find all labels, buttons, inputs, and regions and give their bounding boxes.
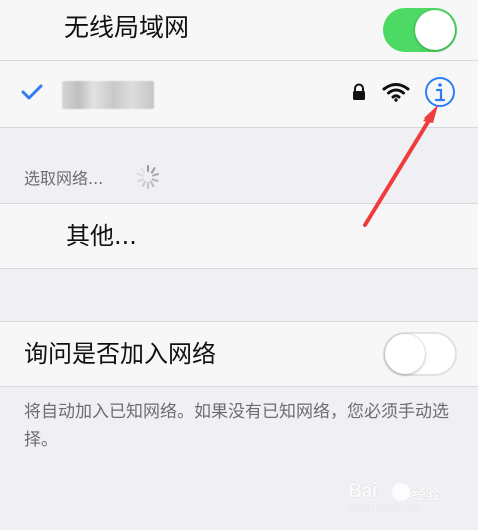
checkmark-icon [21,84,43,100]
wifi-signal-icon [382,83,410,102]
wifi-toggle-row[interactable]: 无线局域网 [0,0,478,60]
network-name-redacted [62,81,154,109]
baidu-watermark: Bai 经验 jingyan.baidu.com [348,480,460,512]
choose-network-header: 选取网络... [24,169,104,188]
loading-spinner-icon [136,164,160,190]
other-network-row[interactable]: 其他... [0,204,478,268]
auto-join-note: 将自动加入已知网络。如果没有已知网络，您必须手动选择。 [24,402,449,450]
ask-to-join-toggle[interactable] [383,332,457,376]
info-icon[interactable] [424,76,456,108]
watermark-domain: jingyan.baidu.com [348,502,421,512]
lock-icon [353,83,365,100]
watermark-brand: Bai [348,480,377,502]
other-network-label: 其他... [66,222,137,250]
network-row-divider [0,127,478,128]
ask-to-join-row[interactable]: 询问是否加入网络 [0,322,478,386]
ask-row-bottom-divider [0,386,478,387]
ask-to-join-toggle-knob [385,334,425,374]
watermark-service: 经验 [412,486,440,502]
wifi-label: 无线局域网 [64,13,190,42]
ask-to-join-label: 询问是否加入网络 [24,340,216,368]
baidu-paw-icon [392,483,410,501]
wifi-toggle-knob [415,10,455,50]
wifi-settings-page: 无线局域网 选取网络... 其他... 询问是否加入网络 将自动加入已知网络。如… [0,0,478,530]
other-row-divider [0,268,478,269]
wifi-toggle-switch[interactable] [383,8,457,52]
